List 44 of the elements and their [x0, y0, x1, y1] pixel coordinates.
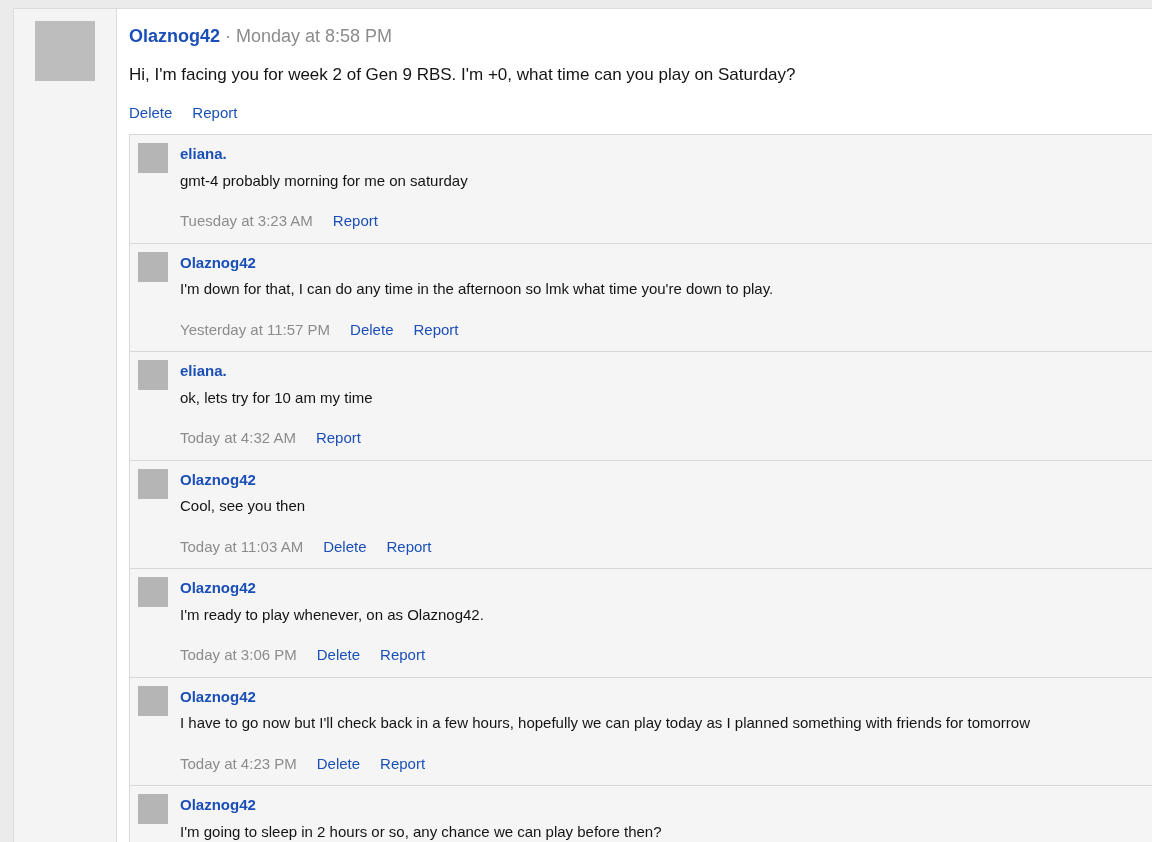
avatar-placeholder[interactable] [138, 360, 168, 390]
author-link[interactable]: Olaznog42 [180, 685, 1030, 708]
action-link[interactable]: Report [192, 101, 238, 124]
comment-time: Today at 4:23 PM [180, 753, 297, 774]
action-link[interactable]: Delete [316, 752, 361, 775]
avatar-placeholder[interactable] [138, 577, 168, 607]
action-link[interactable]: Report [386, 535, 432, 558]
comment-text: Cool, see you then [180, 496, 307, 516]
action-link[interactable]: Report [332, 210, 378, 233]
comment-time: Yesterday at 11:57 PM [180, 319, 331, 340]
avatar-placeholder[interactable] [35, 21, 95, 81]
separator-dot: · [225, 25, 232, 48]
action-link[interactable]: Report [315, 427, 361, 450]
action-link[interactable]: Delete [129, 101, 173, 124]
action-link[interactable]: Report [413, 318, 459, 341]
post-text: Hi, I'm facing you for week 2 of Gen 9 RBS. I'm +0, what time can you play on Saturday? [129, 64, 797, 86]
author-link[interactable]: Olaznog42 [180, 577, 484, 600]
author-link[interactable]: eliana. [180, 360, 373, 383]
comment-text: I'm ready to play whenever, on as Olaznog42. [180, 604, 484, 625]
action-link[interactable]: Report [380, 752, 426, 775]
action-link[interactable]: Delete [316, 644, 361, 667]
author-link[interactable]: Olaznog42 [180, 794, 662, 817]
comment-text: I'm going to sleep in 2 hours or so, any chance we can play before then? [180, 821, 662, 842]
avatar-placeholder[interactable] [138, 468, 168, 499]
comment-text: I have to go now but I'll check back in a few hours, hopefully we can play today as I planned something with friends for tomorrow [180, 713, 1030, 733]
comment-time: Tuesday at 3:23 AM [180, 211, 313, 231]
action-link[interactable]: Delete [323, 535, 367, 558]
avatar-placeholder[interactable] [138, 794, 168, 824]
author-link[interactable]: Olaznog42 [129, 23, 221, 50]
post-time: Monday at 8:58 PM [236, 25, 393, 48]
comment-time: Today at 3:06 PM [180, 645, 297, 665]
comment-text: gmt-4 probably morning for me on saturday [180, 170, 468, 191]
comment-time: Today at 11:03 AM [180, 536, 304, 557]
comment-text: ok, lets try for 10 am my time [180, 387, 373, 408]
comment-time: Today at 4:32 AM [180, 428, 296, 448]
comment-text: I'm down for that, I can do any time in the afternoon so lmk what time you're down to play. [180, 279, 774, 299]
avatar-placeholder[interactable] [138, 685, 168, 716]
action-link[interactable]: Delete [350, 318, 394, 341]
author-link[interactable]: Olaznog42 [180, 251, 774, 274]
author-link[interactable]: eliana. [180, 143, 468, 166]
action-link[interactable]: Report [380, 644, 426, 667]
avatar-placeholder[interactable] [138, 251, 168, 282]
avatar-placeholder[interactable] [138, 143, 168, 173]
author-link[interactable]: Olaznog42 [180, 468, 432, 491]
